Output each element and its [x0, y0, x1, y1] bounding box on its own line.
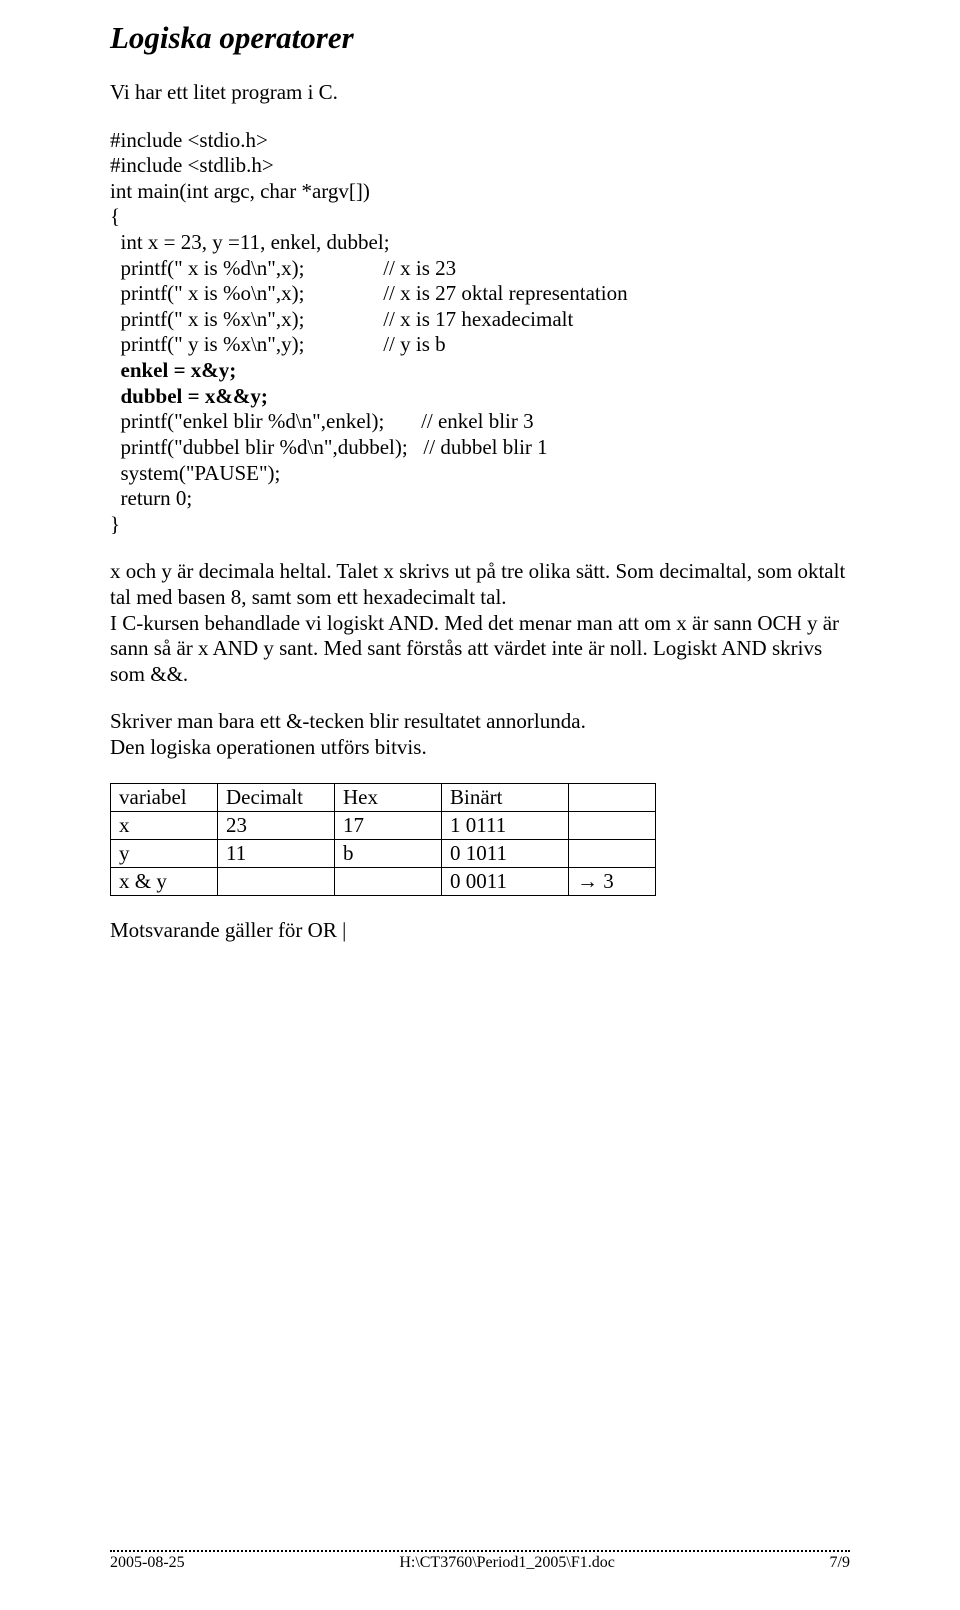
table-cell: 1 0111	[442, 811, 569, 839]
code-stmt: printf("dubbel blir %d\n",dubbel);	[110, 435, 408, 459]
closing-paragraph: Motsvarande gäller för OR |	[110, 918, 850, 944]
code-line: enkel = x&y;	[110, 358, 850, 384]
code-line: printf("dubbel blir %d\n",dubbel); // du…	[110, 435, 850, 461]
code-comment: // dubbel blir 1	[423, 435, 547, 459]
footer-divider	[110, 1550, 850, 1552]
code-comment: // x is 17 hexadecimalt	[383, 307, 573, 331]
table-cell: 17	[335, 811, 442, 839]
table-cell	[335, 867, 442, 895]
footer-filepath: H:\CT3760\Period1_2005\F1.doc	[399, 1554, 615, 1572]
code-line: #include <stdlib.h>	[110, 153, 850, 179]
table-cell: b	[335, 839, 442, 867]
code-stmt: printf(" x is %x\n",x);	[110, 307, 304, 331]
page-title: Logiska operatorer	[110, 20, 850, 56]
table-cell: 0 0011	[442, 867, 569, 895]
code-line: int x = 23, y =11, enkel, dubbel;	[110, 230, 850, 256]
code-comment: // y is b	[383, 332, 445, 356]
table-header: Decimalt	[218, 783, 335, 811]
code-line: }	[110, 512, 850, 538]
table-cell: → 3	[569, 867, 656, 895]
table-cell: 11	[218, 839, 335, 867]
intro-paragraph: Vi har ett litet program i C.	[110, 80, 850, 106]
code-stmt: printf(" x is %o\n",x);	[110, 281, 304, 305]
code-line: system("PAUSE");	[110, 461, 850, 487]
code-line: printf(" x is %o\n",x); // x is 27 oktal…	[110, 281, 850, 307]
table-row: y 11 b 0 1011	[111, 839, 656, 867]
body-paragraph: Den logiska operationen utförs bitvis.	[110, 735, 850, 761]
code-line: int main(int argc, char *argv[])	[110, 179, 850, 205]
code-comment: // x is 23	[383, 256, 456, 280]
table-cell: x	[111, 811, 218, 839]
footer-date: 2005-08-25	[110, 1554, 185, 1572]
table-cell: x & y	[111, 867, 218, 895]
table-cell: 23	[218, 811, 335, 839]
code-stmt: printf(" y is %x\n",y);	[110, 332, 304, 356]
table-cell: y	[111, 839, 218, 867]
code-line: {	[110, 204, 850, 230]
page-footer: 2005-08-25 H:\CT3760\Period1_2005\F1.doc…	[110, 1550, 850, 1572]
table-cell	[569, 811, 656, 839]
code-comment: // x is 27 oktal representation	[383, 281, 627, 305]
body-paragraph: x och y är decimala heltal. Talet x skri…	[110, 559, 850, 610]
table-header	[569, 783, 656, 811]
table-row: x 23 17 1 0111	[111, 811, 656, 839]
table-row: x & y 0 0011 → 3	[111, 867, 656, 895]
table-header: Hex	[335, 783, 442, 811]
table-header: variabel	[111, 783, 218, 811]
table-cell: 0 1011	[442, 839, 569, 867]
body-paragraph: I C-kursen behandlade vi logiskt AND. Me…	[110, 611, 850, 688]
bitwise-table: variabel Decimalt Hex Binärt x 23 17 1 0…	[110, 783, 656, 896]
code-line: printf(" y is %x\n",y); // y is b	[110, 332, 850, 358]
document-page: Logiska operatorer Vi har ett litet prog…	[0, 0, 960, 1610]
code-line: printf(" x is %d\n",x); // x is 23	[110, 256, 850, 282]
code-line: return 0;	[110, 486, 850, 512]
code-stmt: printf(" x is %d\n",x);	[110, 256, 304, 280]
code-line: printf(" x is %x\n",x); // x is 17 hexad…	[110, 307, 850, 333]
table-cell	[218, 867, 335, 895]
code-comment: // enkel blir 3	[421, 409, 534, 433]
body-paragraph: Skriver man bara ett &-tecken blir resul…	[110, 709, 850, 735]
code-line: dubbel = x&&y;	[110, 384, 850, 410]
table-header: Binärt	[442, 783, 569, 811]
code-block: #include <stdio.h> #include <stdlib.h> i…	[110, 128, 850, 538]
code-line: #include <stdio.h>	[110, 128, 850, 154]
table-header-row: variabel Decimalt Hex Binärt	[111, 783, 656, 811]
table-cell	[569, 839, 656, 867]
code-stmt: printf("enkel blir %d\n",enkel);	[110, 409, 384, 433]
footer-pagenum: 7/9	[830, 1554, 850, 1572]
code-line: printf("enkel blir %d\n",enkel); // enke…	[110, 409, 850, 435]
footer-row: 2005-08-25 H:\CT3760\Period1_2005\F1.doc…	[110, 1554, 850, 1572]
